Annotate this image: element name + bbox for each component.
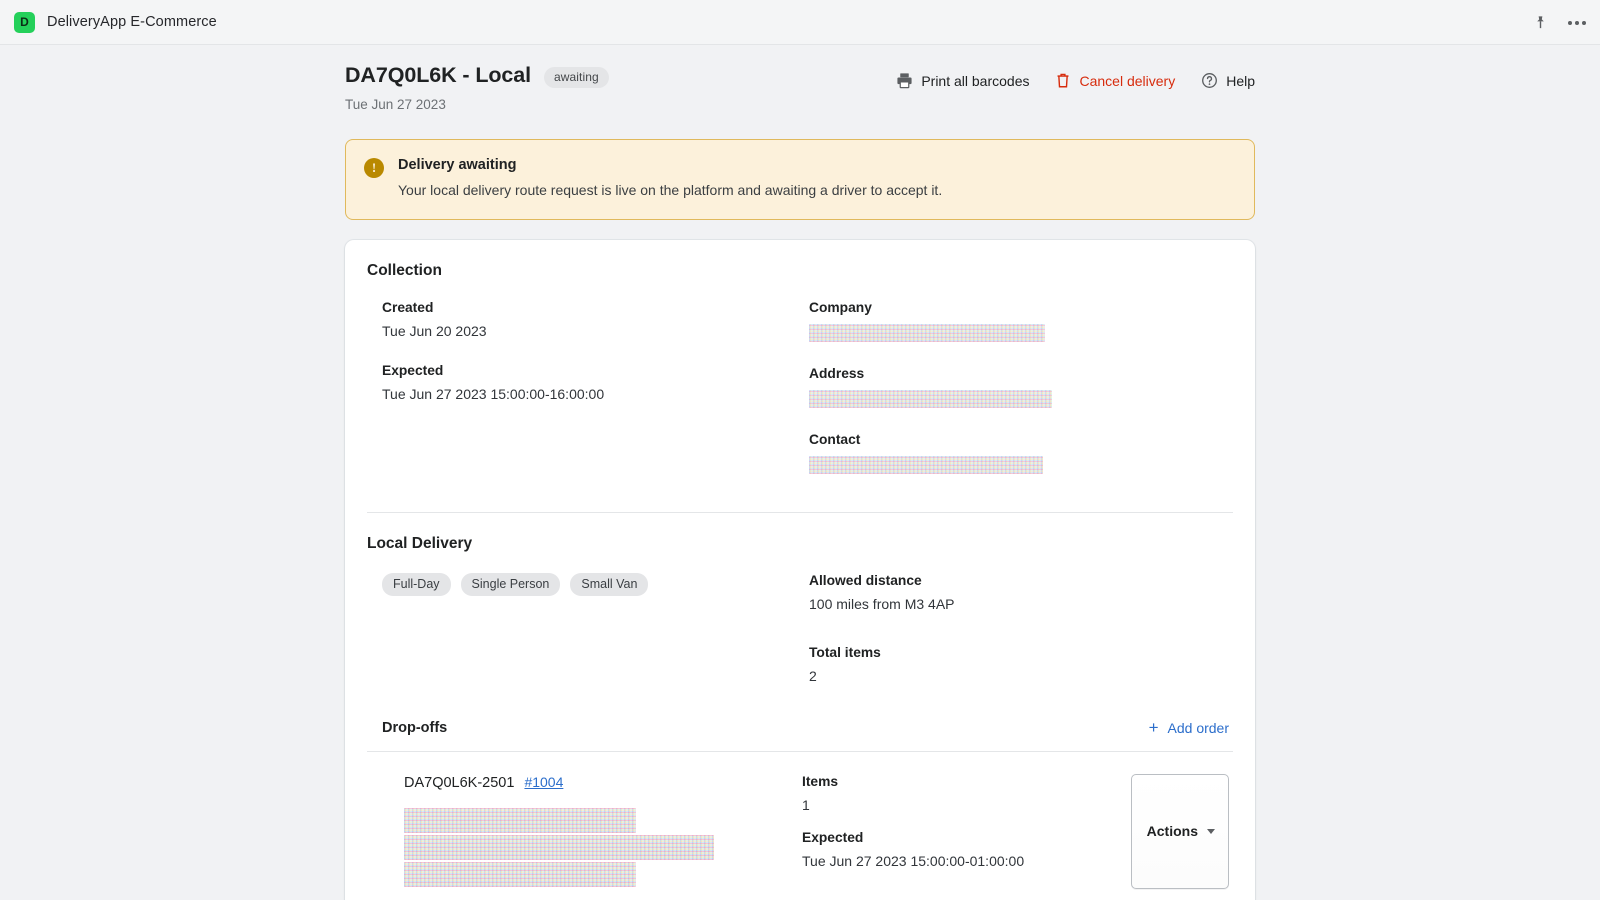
more-options-icon[interactable] (1568, 20, 1586, 25)
page-scroll-area[interactable]: DA7Q0L6K - Local awaiting Tue Jun 27 202… (0, 45, 1600, 900)
banner-title: Delivery awaiting (398, 156, 517, 173)
page-title: DA7Q0L6K - Local (345, 63, 531, 87)
dropoff-order-link[interactable]: #1004 (524, 774, 563, 790)
contact-field: Contact (809, 432, 1233, 475)
dropoff-items-value: 1 (802, 797, 810, 814)
expected-label: Expected (382, 363, 444, 379)
app-chrome-bar: D DeliveryApp E-Commerce (0, 0, 1600, 45)
banner-body: Delivery awaiting Your local delivery ro… (398, 157, 942, 200)
allowed-distance-value: 100 miles from M3 4AP (809, 596, 955, 613)
contact-label: Contact (809, 432, 861, 448)
header-actions: Print all barcodes Cancel delivery Help (896, 63, 1255, 89)
company-value-redacted (809, 324, 1045, 343)
dropoff-actions-column: Actions (1129, 774, 1229, 890)
pin-icon[interactable] (1533, 15, 1548, 30)
allowed-distance-label: Allowed distance (809, 573, 922, 589)
expected-value: Tue Jun 27 2023 15:00:00-16:00:00 (382, 386, 605, 403)
delivery-tags: Full-Day Single Person Small Van (382, 573, 809, 597)
local-delivery-fields: Full-Day Single Person Small Van Allowed… (367, 553, 1233, 684)
delivery-status-banner: ! Delivery awaiting Your local delivery … (345, 138, 1255, 221)
print-all-barcodes-button[interactable]: Print all barcodes (896, 72, 1029, 89)
page-header: DA7Q0L6K - Local awaiting Tue Jun 27 202… (345, 63, 1255, 112)
section-divider (367, 512, 1233, 514)
printer-icon (896, 72, 913, 89)
contact-value-redacted (809, 456, 1043, 475)
dropoff-actions-label: Actions (1146, 823, 1198, 840)
tag-single-person: Single Person (460, 573, 561, 597)
address-redacted-line (404, 835, 714, 861)
dropoff-items-label: Items (802, 774, 839, 790)
dropoff-expected-value: Tue Jun 27 2023 15:00:00-01:00:00 (802, 853, 1025, 870)
expected-field: Expected Tue Jun 27 2023 15:00:00-16:00:… (382, 363, 809, 402)
dropoffs-title: Drop-offs (382, 719, 448, 736)
plus-icon: + (1148, 718, 1159, 738)
local-delivery-tags-column: Full-Day Single Person Small Van (382, 553, 809, 684)
created-value: Tue Jun 20 2023 (382, 323, 487, 340)
banner-text: Your local delivery route request is liv… (398, 181, 943, 198)
dropoff-actions-button[interactable]: Actions (1130, 774, 1229, 890)
help-label: Help (1226, 72, 1255, 89)
collection-right-column: Company Address Contact (809, 300, 1233, 475)
collection-left-column: Created Tue Jun 20 2023 Expected Tue Jun… (382, 300, 809, 474)
trash-icon (1055, 72, 1071, 89)
add-order-label: Add order (1167, 719, 1229, 736)
address-value-redacted (809, 390, 1052, 409)
allowed-distance-field: Allowed distance 100 miles from M3 4AP (809, 573, 1233, 612)
delivery-detail-card: Collection Created Tue Jun 20 2023 Expec… (345, 240, 1255, 900)
title-line: DA7Q0L6K - Local awaiting (345, 63, 609, 89)
cancel-delivery-button[interactable]: Cancel delivery (1055, 72, 1175, 89)
chrome-controls (1533, 0, 1586, 45)
address-redacted-line (404, 808, 636, 834)
app-title: DeliveryApp E-Commerce (47, 14, 217, 30)
dropoff-row: DA7Q0L6K-2501 #1004 Items 1 Expected Tue… (367, 752, 1233, 900)
tag-full-day: Full-Day (382, 573, 451, 597)
page-date: Tue Jun 27 2023 (345, 96, 446, 112)
dropoff-reference: DA7Q0L6K-2501 (404, 775, 515, 792)
address-field: Address (809, 366, 1233, 409)
dropoff-info-column: Items 1 Expected Tue Jun 27 2023 15:00:0… (802, 774, 1129, 889)
total-items-label: Total items (809, 645, 881, 661)
status-badge: awaiting (543, 67, 609, 89)
created-field: Created Tue Jun 20 2023 (382, 300, 809, 339)
collection-fields: Created Tue Jun 20 2023 Expected Tue Jun… (367, 300, 1233, 475)
local-delivery-right-column: Allowed distance 100 miles from M3 4AP T… (809, 553, 1233, 684)
page-header-left: DA7Q0L6K - Local awaiting Tue Jun 27 202… (345, 63, 609, 112)
company-field: Company (809, 300, 1233, 343)
add-order-button[interactable]: + Add order (1149, 719, 1229, 736)
dropoff-expected-label: Expected (802, 830, 864, 846)
alert-exclamation-icon: ! (364, 157, 384, 178)
created-label: Created (382, 300, 434, 316)
collection-section-title: Collection (367, 262, 442, 280)
address-redacted-line (404, 862, 636, 888)
app-identity: D DeliveryApp E-Commerce (14, 11, 217, 33)
local-delivery-section-title: Local Delivery (367, 535, 473, 553)
help-button[interactable]: Help (1201, 72, 1255, 89)
total-items-value: 2 (809, 668, 817, 685)
address-label: Address (809, 366, 865, 382)
cancel-delivery-label: Cancel delivery (1079, 72, 1176, 89)
dropoffs-header: Drop-offs + Add order (367, 719, 1233, 736)
dropoff-reference-line: DA7Q0L6K-2501 #1004 (404, 774, 802, 791)
dropoff-address-column: DA7Q0L6K-2501 #1004 (404, 774, 802, 889)
tag-small-van: Small Van (570, 573, 649, 597)
dropoff-address-redacted (404, 808, 802, 888)
app-logo-icon: D (14, 11, 35, 33)
chevron-down-icon (1207, 828, 1215, 834)
company-label: Company (809, 300, 872, 316)
print-all-barcodes-label: Print all barcodes (921, 72, 1030, 89)
help-circle-icon (1201, 72, 1218, 89)
total-items-field: Total items 2 (809, 645, 1233, 684)
